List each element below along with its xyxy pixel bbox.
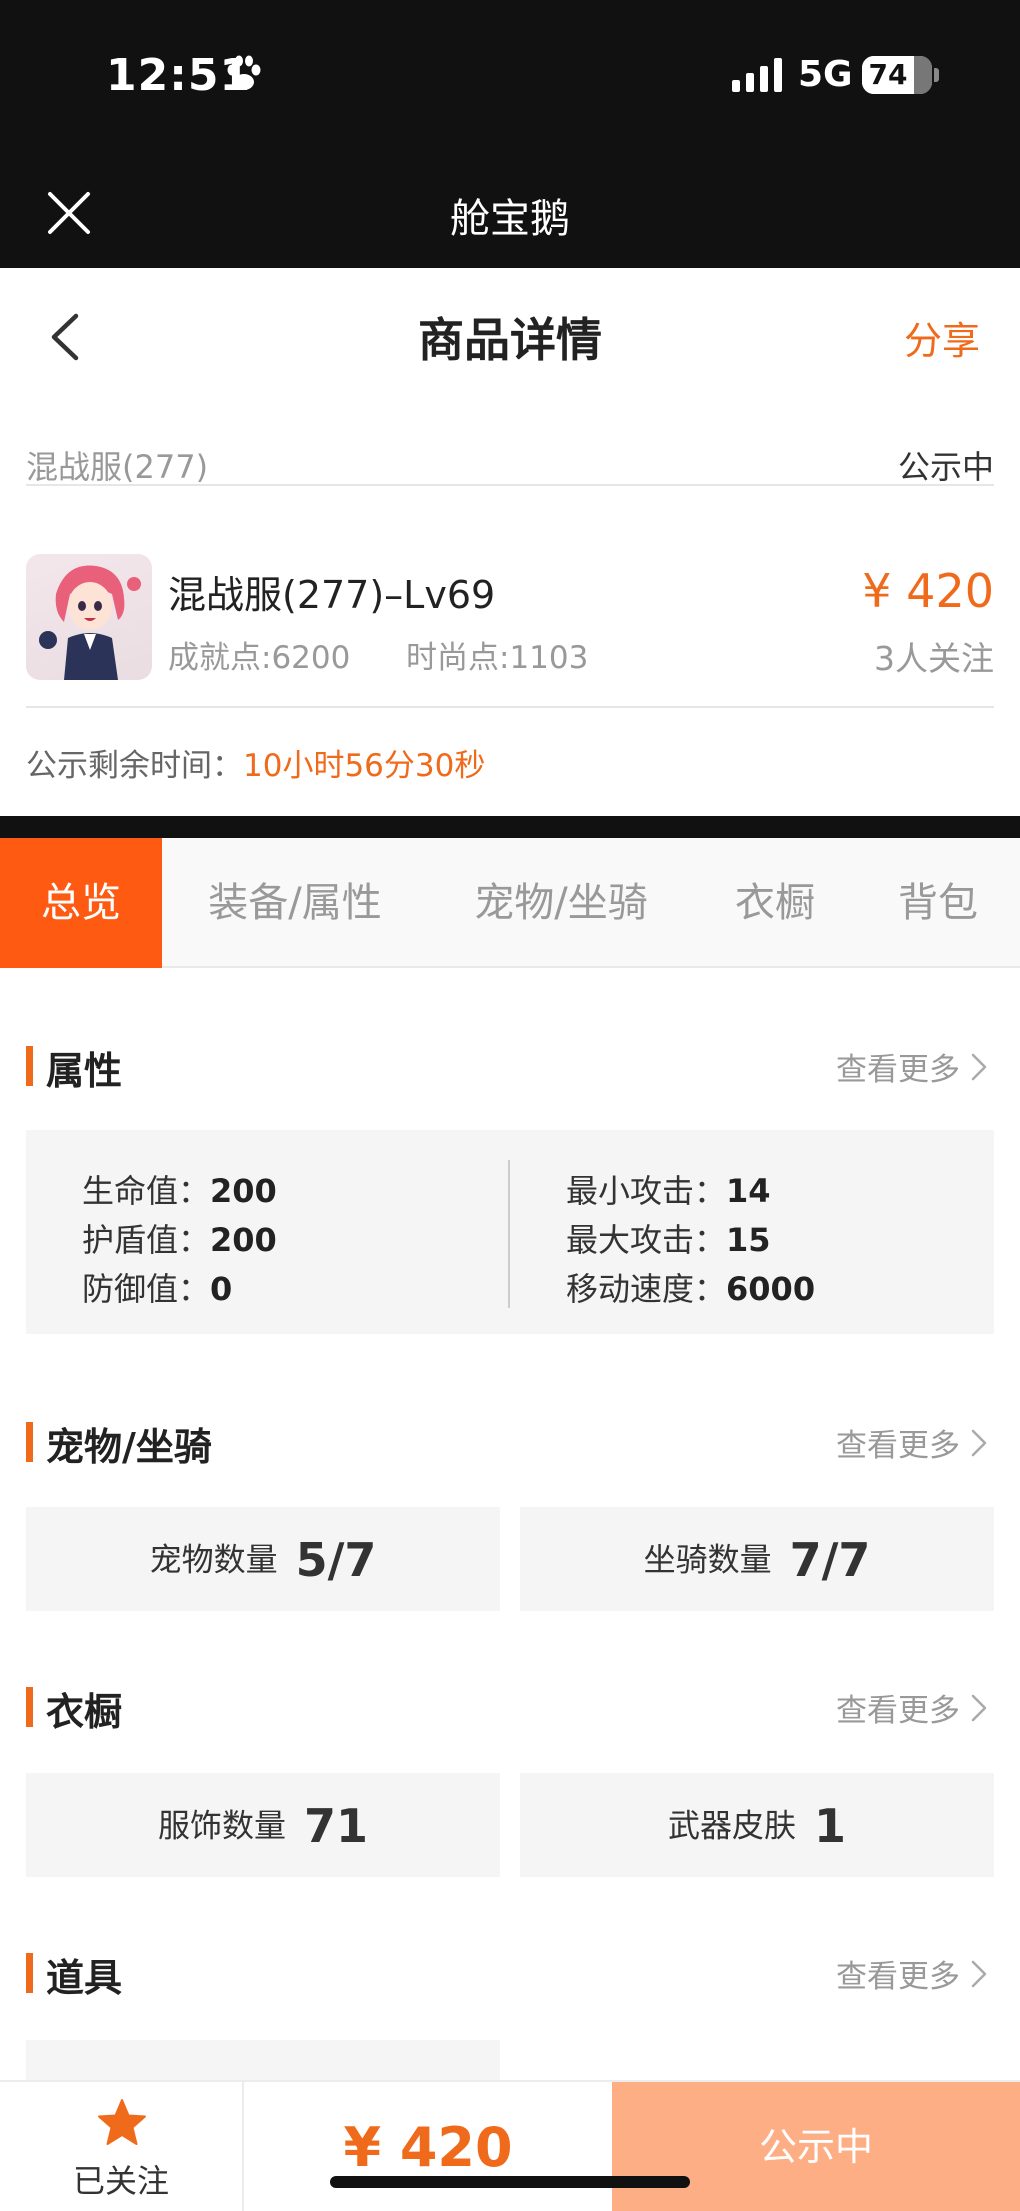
tab-overview[interactable]: 总览	[0, 838, 162, 968]
chevron-right-icon[interactable]	[970, 1428, 988, 1458]
section-accent	[26, 1953, 33, 1993]
battery-icon: 74	[862, 56, 932, 94]
weapon-skin-label: 武器皮肤	[667, 1806, 796, 1845]
product-name: 混战服(277)–Lv69	[168, 573, 496, 617]
section-items-header: 道具 查看更多	[26, 1947, 994, 2000]
mount-count-label: 坐骑数量	[643, 1540, 772, 1579]
chevron-right-icon[interactable]	[970, 1959, 988, 1989]
server-name: 混战服(277)	[26, 448, 209, 486]
status-button[interactable]: 公示中	[612, 2082, 1020, 2211]
view-more-link[interactable]: 查看更多	[836, 1044, 960, 1089]
achievement-points: 成就点:6200	[168, 640, 351, 676]
mount-count-card: 坐骑数量 7/7	[520, 1507, 994, 1611]
section-title: 属性	[46, 1049, 123, 1093]
server-row: 混战服(277) 公示中	[26, 420, 994, 486]
attributes-divider	[508, 1160, 510, 1308]
attr-hp: 生命值：200	[82, 1172, 277, 1210]
view-more-link[interactable]: 查看更多	[836, 1685, 960, 1730]
status-bar: 12:51 5G 74	[0, 0, 1020, 160]
tab-bar: 总览 装备/属性 宠物/坐骑 衣橱 背包	[0, 838, 1020, 968]
tab-bag[interactable]: 背包	[876, 838, 1000, 968]
section-title: 衣橱	[46, 1690, 123, 1734]
signal-icon	[732, 58, 782, 92]
section-pets-header: 宠物/坐骑 查看更多	[26, 1416, 994, 1469]
tab-pets[interactable]: 宠物/坐骑	[446, 838, 676, 968]
listing-status: 公示中	[897, 448, 994, 486]
network-label: 5G	[798, 54, 853, 95]
chevron-right-icon[interactable]	[970, 1052, 988, 1082]
star-icon	[98, 2099, 146, 2145]
view-more-link[interactable]: 查看更多	[836, 1951, 960, 1996]
countdown: 公示剩余时间：10小时56分30秒	[26, 740, 485, 785]
fashion-points: 时尚点:1103	[406, 640, 589, 676]
outfit-count-value: 71	[304, 1798, 369, 1853]
countdown-value: 10小时56分30秒	[243, 748, 486, 784]
outfit-count-label: 服饰数量	[157, 1806, 286, 1845]
page-nav: 商品详情 分享	[0, 268, 1020, 398]
battery-tip	[934, 68, 939, 82]
follow-button[interactable]: 已关注	[0, 2082, 244, 2211]
section-attributes-header: 属性 查看更多	[26, 1040, 994, 1093]
section-title: 宠物/坐骑	[46, 1425, 212, 1469]
battery-level: 74	[868, 58, 908, 91]
countdown-label: 公示剩余时间：	[26, 748, 243, 784]
app-title: 舱宝鹅	[450, 196, 570, 242]
home-indicator[interactable]	[330, 2176, 690, 2188]
attr-defense: 防御值：0	[82, 1270, 233, 1308]
attr-move-speed: 移动速度：6000	[566, 1270, 816, 1308]
pet-count-value: 5/7	[295, 1532, 377, 1587]
section-accent	[26, 1687, 33, 1727]
share-button[interactable]: 分享	[904, 310, 980, 365]
paw-icon	[227, 55, 261, 90]
app-header: 舱宝鹅	[0, 160, 1020, 268]
pet-count-label: 宠物数量	[149, 1540, 278, 1579]
weapon-skin-card: 武器皮肤 1	[520, 1773, 994, 1877]
outfit-count-card: 服饰数量 71	[26, 1773, 500, 1877]
attr-max-attack: 最大攻击：15	[566, 1221, 771, 1259]
items-card-partial	[26, 2040, 500, 2080]
product-row[interactable]: 混战服(277)–Lv69 成就点:6200 时尚点:1103 ¥ 420 3人…	[26, 528, 994, 708]
attr-min-attack: 最小攻击：14	[566, 1172, 771, 1210]
character-avatar	[26, 554, 152, 680]
view-more-link[interactable]: 查看更多	[836, 1420, 960, 1465]
divider-band	[0, 816, 1020, 838]
follower-count: 3人关注	[874, 639, 994, 678]
weapon-skin-value: 1	[814, 1798, 847, 1853]
section-title: 道具	[46, 1956, 123, 2000]
tab-equipment[interactable]: 装备/属性	[180, 838, 410, 968]
pet-count-card: 宠物数量 5/7	[26, 1507, 500, 1611]
attributes-box: 生命值：200 护盾值：200 防御值：0 最小攻击：14 最大攻击：15 移动…	[26, 1130, 994, 1334]
mount-count-value: 7/7	[789, 1532, 871, 1587]
page-title: 商品详情	[418, 313, 602, 367]
section-wardrobe-header: 衣橱 查看更多	[26, 1681, 994, 1734]
tab-wardrobe[interactable]: 衣橱	[710, 838, 840, 968]
chevron-right-icon[interactable]	[970, 1693, 988, 1723]
bottom-price: ¥ 420	[343, 2116, 513, 2179]
follow-label: 已关注	[72, 2162, 169, 2200]
attr-shield: 护盾值：200	[82, 1221, 277, 1259]
section-accent	[26, 1046, 33, 1086]
bottom-bar: 已关注 ¥ 420 公示中	[0, 2080, 1020, 2211]
section-accent	[26, 1422, 33, 1462]
product-price: ¥ 420	[862, 564, 994, 618]
